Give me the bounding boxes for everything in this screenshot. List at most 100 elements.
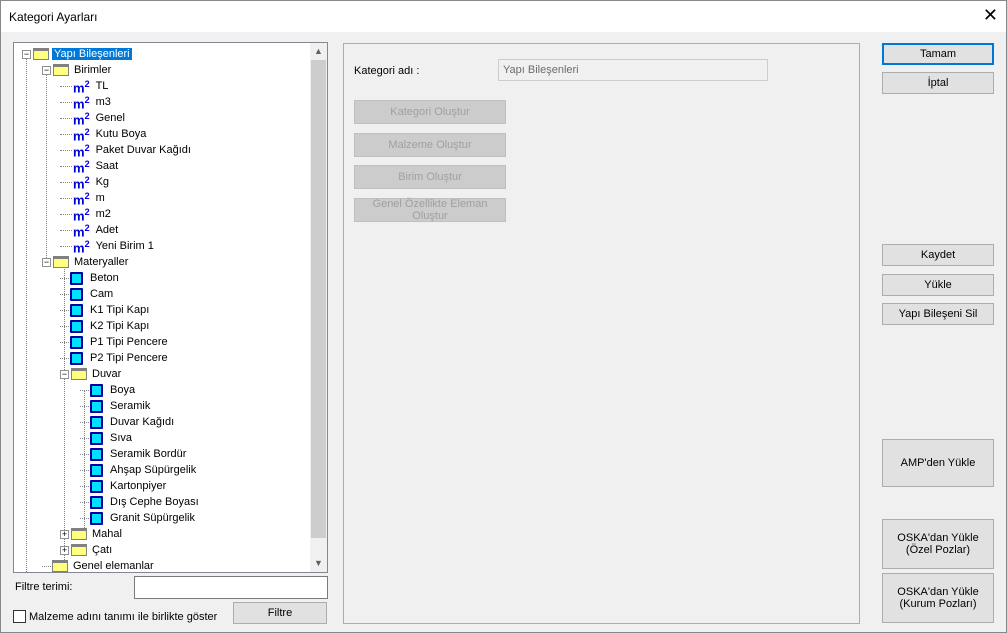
- category-tree[interactable]: − Yapı Bileşenleri − Birimler m2 TL m2 m3 m2 Gene…: [13, 42, 328, 573]
- material-cube-icon: [70, 335, 83, 349]
- tree-item[interactable]: m2 Saat: [60, 158, 120, 175]
- title-bar: Kategori Ayarları ✕: [1, 1, 1006, 32]
- collapse-icon[interactable]: −: [60, 369, 69, 379]
- tree-item[interactable]: m2 Kg: [60, 174, 111, 191]
- tree-item[interactable]: K2 Tipi Kapı: [60, 318, 151, 334]
- folder-icon: [53, 256, 69, 268]
- show-description-checkbox[interactable]: Malzeme adını tanımı ile birlikte göster: [13, 610, 217, 623]
- tree-item[interactable]: m2 Kutu Boya: [60, 126, 148, 143]
- tree-item-label: Birimler: [74, 64, 112, 76]
- expand-icon[interactable]: +: [60, 545, 69, 555]
- material-cube-icon: [90, 463, 103, 477]
- tree-connector: [60, 133, 72, 135]
- tree-item-label: TL: [95, 80, 109, 92]
- tree-item[interactable]: Seramik Bordür: [80, 446, 188, 462]
- tree-item[interactable]: Dış Cephe Boyası: [80, 494, 201, 510]
- tree-connector: [60, 245, 72, 247]
- tree-item[interactable]: P2 Tipi Pencere: [60, 350, 170, 366]
- tree-item-label: Yeni Birim 1: [95, 240, 154, 252]
- tree-item-label: Genel: [95, 112, 125, 124]
- material-cube-icon: [90, 495, 103, 509]
- tree-item[interactable]: m2 m2: [60, 206, 113, 223]
- tree-item[interactable]: Boya: [80, 382, 137, 398]
- collapse-icon[interactable]: −: [42, 257, 51, 267]
- category-panel: Kategori adı : Kategori Oluştur Malzeme …: [343, 43, 860, 624]
- material-cube-icon: [70, 303, 83, 317]
- tree-item[interactable]: m2 Paket Duvar Kağıdı: [60, 142, 193, 159]
- tree-connector: [60, 101, 72, 103]
- tree-item[interactable]: m2 m3: [60, 94, 113, 111]
- tree-item[interactable]: m2 Yeni Birim 1: [60, 238, 156, 255]
- tree-item[interactable]: Kartonpiyer: [80, 478, 168, 494]
- ok-button[interactable]: Tamam: [882, 43, 994, 65]
- tree-connector: [80, 405, 89, 407]
- tree-item[interactable]: + Çatı: [60, 542, 114, 558]
- tree-item-label: Cam: [90, 288, 114, 300]
- material-cube-icon: [90, 431, 103, 445]
- tree-connector: [80, 517, 89, 519]
- create-unit-button[interactable]: Birim Oluştur: [354, 165, 506, 189]
- tree-item[interactable]: Ahşap Süpürgelik: [80, 462, 198, 478]
- checkbox-box[interactable]: [13, 610, 26, 623]
- tree-item-label: Kutu Boya: [95, 128, 147, 140]
- tree-connector: [60, 165, 72, 167]
- close-icon[interactable]: ✕: [983, 5, 998, 26]
- load-from-amp-button[interactable]: AMP'den Yükle: [882, 439, 994, 487]
- tree-item[interactable]: − Duvar: [60, 366, 123, 382]
- material-cube-icon: [90, 447, 103, 461]
- filter-input[interactable]: [134, 576, 328, 599]
- tree-item[interactable]: Cam: [60, 286, 115, 302]
- tree-item[interactable]: m2 m: [60, 190, 107, 207]
- delete-component-button[interactable]: Yapı Bileşeni Sil: [882, 303, 994, 325]
- collapse-icon[interactable]: −: [42, 65, 51, 75]
- tree-item[interactable]: − Yapı Bileşenleri: [22, 46, 132, 62]
- tree-connector: [80, 437, 89, 439]
- tree-item-label: Kartonpiyer: [110, 480, 167, 492]
- filter-button[interactable]: Filtre: [233, 602, 327, 624]
- create-material-button[interactable]: Malzeme Oluştur: [354, 133, 506, 157]
- tree-item[interactable]: m2 TL: [60, 78, 110, 95]
- scroll-thumb[interactable]: [311, 60, 326, 538]
- tree-item-label: m: [95, 192, 105, 204]
- tree-item[interactable]: + Mahal: [60, 526, 124, 542]
- tree-item[interactable]: − Birimler: [42, 62, 113, 78]
- tree-scrollbar[interactable]: ▲ ▼: [310, 43, 327, 572]
- tree-item[interactable]: Sıva: [80, 430, 134, 446]
- tree-item-label: Sıva: [110, 432, 133, 444]
- load-oska-institution-button[interactable]: OSKA'dan Yükle (Kurum Pozları): [882, 573, 994, 623]
- tree-item-label: Genel elemanlar: [73, 560, 154, 572]
- material-cube-icon: [70, 351, 83, 365]
- tree-connector: [80, 421, 89, 423]
- tree-item-label: Duvar: [92, 368, 122, 380]
- tree-item[interactable]: Granit Süpürgelik: [80, 510, 197, 526]
- tree-item-label: Ahşap Süpürgelik: [110, 464, 197, 476]
- tree-item-label: Yapı Bileşenleri: [52, 48, 132, 60]
- scroll-down-icon[interactable]: ▼: [310, 555, 327, 572]
- tree-item[interactable]: m2 Adet: [60, 222, 120, 239]
- tree-item[interactable]: Genel elemanlar: [42, 558, 156, 572]
- tree-item-label: P1 Tipi Pencere: [90, 336, 168, 348]
- tree-item[interactable]: − Materyaller: [42, 254, 130, 270]
- load-oska-special-button[interactable]: OSKA'dan Yükle (Özel Pozlar): [882, 519, 994, 569]
- tree-item[interactable]: Beton: [60, 270, 121, 286]
- material-cube-icon: [90, 383, 103, 397]
- tree-item[interactable]: P1 Tipi Pencere: [60, 334, 170, 350]
- folder-icon: [71, 528, 87, 540]
- tree-item[interactable]: m2 Genel: [60, 110, 127, 127]
- tree-connector: [60, 277, 69, 279]
- cancel-button[interactable]: İptal: [882, 72, 994, 94]
- material-cube-icon: [90, 511, 103, 525]
- load-button[interactable]: Yükle: [882, 274, 994, 296]
- tree-item[interactable]: K1 Tipi Kapı: [60, 302, 151, 318]
- create-general-element-button[interactable]: Genel Özellikte Eleman Oluştur: [354, 198, 506, 222]
- tree-item-label: Adet: [95, 224, 119, 236]
- tree-item[interactable]: Seramik: [80, 398, 152, 414]
- expand-icon[interactable]: +: [60, 529, 69, 539]
- save-button[interactable]: Kaydet: [882, 244, 994, 266]
- category-name-input[interactable]: [498, 59, 768, 81]
- scroll-up-icon[interactable]: ▲: [310, 43, 327, 60]
- folder-icon: [33, 48, 49, 60]
- tree-item[interactable]: Duvar Kağıdı: [80, 414, 176, 430]
- collapse-icon[interactable]: −: [22, 49, 31, 59]
- create-category-button[interactable]: Kategori Oluştur: [354, 100, 506, 124]
